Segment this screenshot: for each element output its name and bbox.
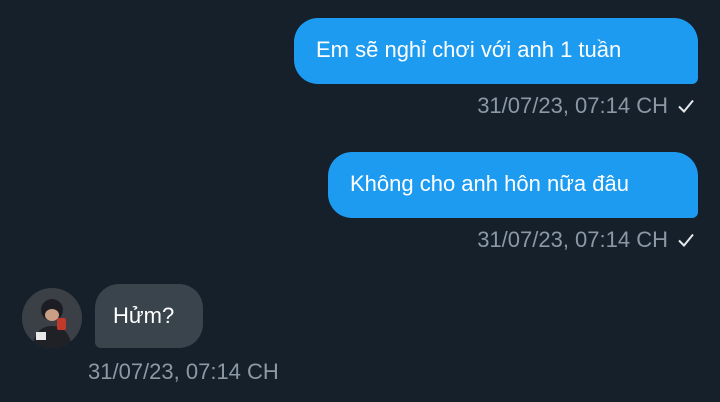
- outgoing-message-bubble[interactable]: Em sẽ nghỉ chơi với anh 1 tuần: [294, 18, 698, 84]
- message-timestamp: 31/07/23, 07:14 CH: [477, 227, 668, 252]
- user-avatar[interactable]: [22, 288, 82, 348]
- check-icon: [678, 99, 694, 113]
- check-icon: [678, 233, 694, 247]
- avatar-photo: [22, 288, 82, 348]
- message-text: Không cho anh hôn nữa đâu: [350, 171, 629, 196]
- outgoing-message-bubble[interactable]: Không cho anh hôn nữa đâu: [328, 152, 698, 218]
- message-timestamp: 31/07/23, 07:14 CH: [88, 359, 279, 384]
- incoming-message-bubble[interactable]: Hửm?: [95, 284, 203, 348]
- message-meta: 31/07/23, 07:14 CH: [477, 226, 696, 254]
- message-meta: 31/07/23, 07:14 CH: [477, 92, 696, 120]
- chat-thread: Em sẽ nghỉ chơi với anh 1 tuần 31/07/23,…: [0, 0, 720, 402]
- message-text: Hửm?: [113, 303, 175, 328]
- message-timestamp: 31/07/23, 07:14 CH: [477, 93, 668, 118]
- message-text: Em sẽ nghỉ chơi với anh 1 tuần: [316, 37, 622, 62]
- message-meta: 31/07/23, 07:14 CH: [88, 358, 279, 386]
